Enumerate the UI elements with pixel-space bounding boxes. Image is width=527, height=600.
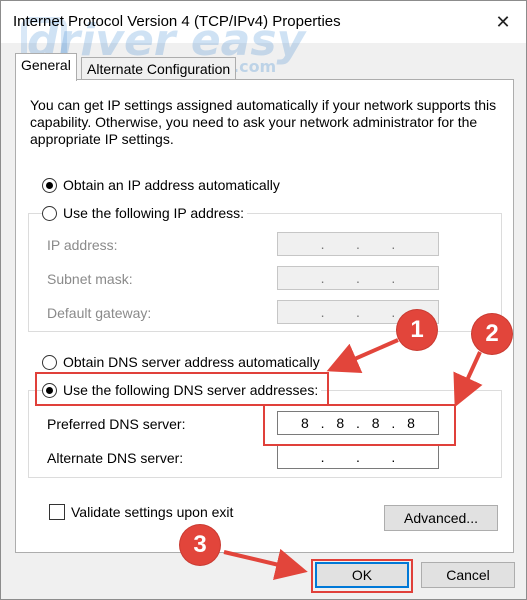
subnet-mask-label: Subnet mask:: [47, 271, 133, 287]
default-gateway-label: Default gateway:: [47, 305, 152, 321]
preferred-dns-label: Preferred DNS server:: [47, 416, 186, 432]
title-bar: driver easy Internet Protocol Version 4 …: [1, 1, 526, 67]
close-button[interactable]: ✕: [480, 1, 526, 43]
intro-text: You can get IP settings assigned automat…: [30, 97, 497, 147]
preferred-dns-input[interactable]: 8.8.8.8: [277, 411, 439, 435]
use-following-ip-label: Use the following IP address:: [63, 205, 245, 221]
window-title: Internet Protocol Version 4 (TCP/IPv4) P…: [13, 13, 341, 30]
subnet-mask-input[interactable]: ...: [277, 266, 439, 290]
alternate-dns-label: Alternate DNS server:: [47, 450, 184, 466]
use-following-dns-label: Use the following DNS server addresses:: [63, 382, 319, 398]
obtain-ip-auto-option[interactable]: Obtain an IP address automatically: [42, 177, 283, 193]
use-following-ip-radio[interactable]: [42, 205, 57, 221]
tab-alternate-configuration[interactable]: Alternate Configuration: [81, 57, 237, 80]
use-following-dns-option[interactable]: Use the following DNS server addresses:: [42, 382, 322, 398]
use-following-ip-option[interactable]: Use the following IP address:: [42, 205, 248, 221]
cancel-button[interactable]: Cancel: [421, 562, 515, 588]
advanced-button[interactable]: Advanced...: [384, 505, 498, 531]
obtain-dns-auto-radio[interactable]: [42, 354, 57, 370]
annotation-badge-2: 2: [472, 314, 512, 354]
ip-address-input[interactable]: ...: [277, 232, 439, 256]
validate-settings-checkbox[interactable]: [49, 504, 65, 520]
annotation-badge-1: 1: [397, 310, 437, 350]
tab-general[interactable]: General: [15, 53, 77, 81]
ok-button[interactable]: OK: [315, 562, 409, 588]
use-following-dns-radio[interactable]: [42, 382, 57, 398]
obtain-dns-auto-label: Obtain DNS server address automatically: [63, 354, 320, 370]
alternate-dns-input[interactable]: ...: [277, 445, 439, 469]
properties-dialog: driver easy Internet Protocol Version 4 …: [0, 0, 527, 600]
close-icon: ✕: [495, 11, 511, 32]
obtain-dns-auto-option[interactable]: Obtain DNS server address automatically: [42, 354, 323, 370]
watermark-sub: .com: [233, 57, 277, 76]
validate-settings-option[interactable]: Validate settings upon exit: [49, 504, 233, 520]
ip-address-label: IP address:: [47, 237, 118, 253]
obtain-ip-auto-radio[interactable]: [42, 177, 57, 193]
obtain-ip-auto-label: Obtain an IP address automatically: [63, 177, 280, 193]
general-panel: You can get IP settings assigned automat…: [15, 79, 514, 553]
annotation-badge-3: 3: [180, 525, 220, 565]
validate-settings-label: Validate settings upon exit: [71, 504, 234, 520]
